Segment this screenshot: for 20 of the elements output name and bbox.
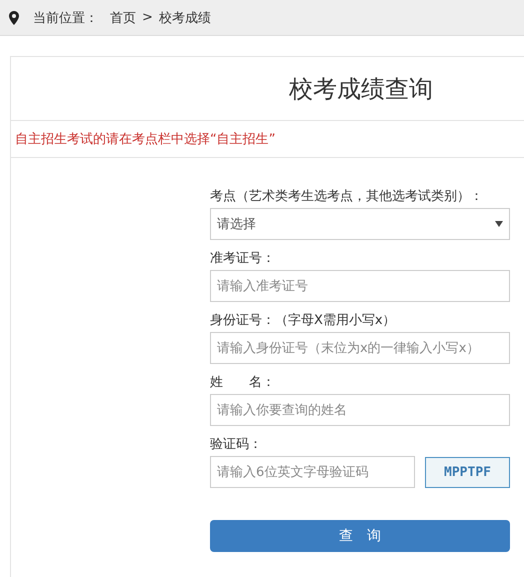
field-label: 准考证号： (210, 250, 276, 268)
input-field[interactable]: 请输入准考证号 (210, 270, 510, 302)
page-title: 校考成绩查询 (289, 74, 433, 104)
breadcrumb-label: 当前位置： (33, 10, 98, 26)
search-button[interactable]: 查 询 (210, 520, 510, 552)
field-label: 验证码： (210, 436, 263, 454)
caret-icon (495, 221, 503, 227)
field-label: 姓 名： (210, 374, 276, 392)
breadcrumb-link[interactable]: 校考成绩 (158, 8, 211, 26)
location-pin-icon (9, 10, 19, 24)
captcha-image[interactable]: MPPTPF (425, 456, 510, 488)
input-field[interactable]: 请输入身份证号（末位为x的一律输入小写x） (210, 332, 510, 364)
input-field[interactable]: 请输入6位英文字母验证码 (210, 456, 415, 488)
breadcrumb-separator: > (142, 10, 153, 25)
breadcrumb-link[interactable]: 首页 (110, 8, 136, 26)
field-label: 考点（艺术类考生选考点，其他选考试类别）： (210, 188, 484, 206)
select-field[interactable]: 请选择 (210, 208, 510, 240)
field-label: 身份证号：（字母X需用小写x） (210, 312, 397, 330)
notice-text: 自主招生考试的请在考点栏中选择“自主招生” (15, 131, 276, 148)
input-field[interactable]: 请输入你要查询的姓名 (210, 394, 510, 426)
